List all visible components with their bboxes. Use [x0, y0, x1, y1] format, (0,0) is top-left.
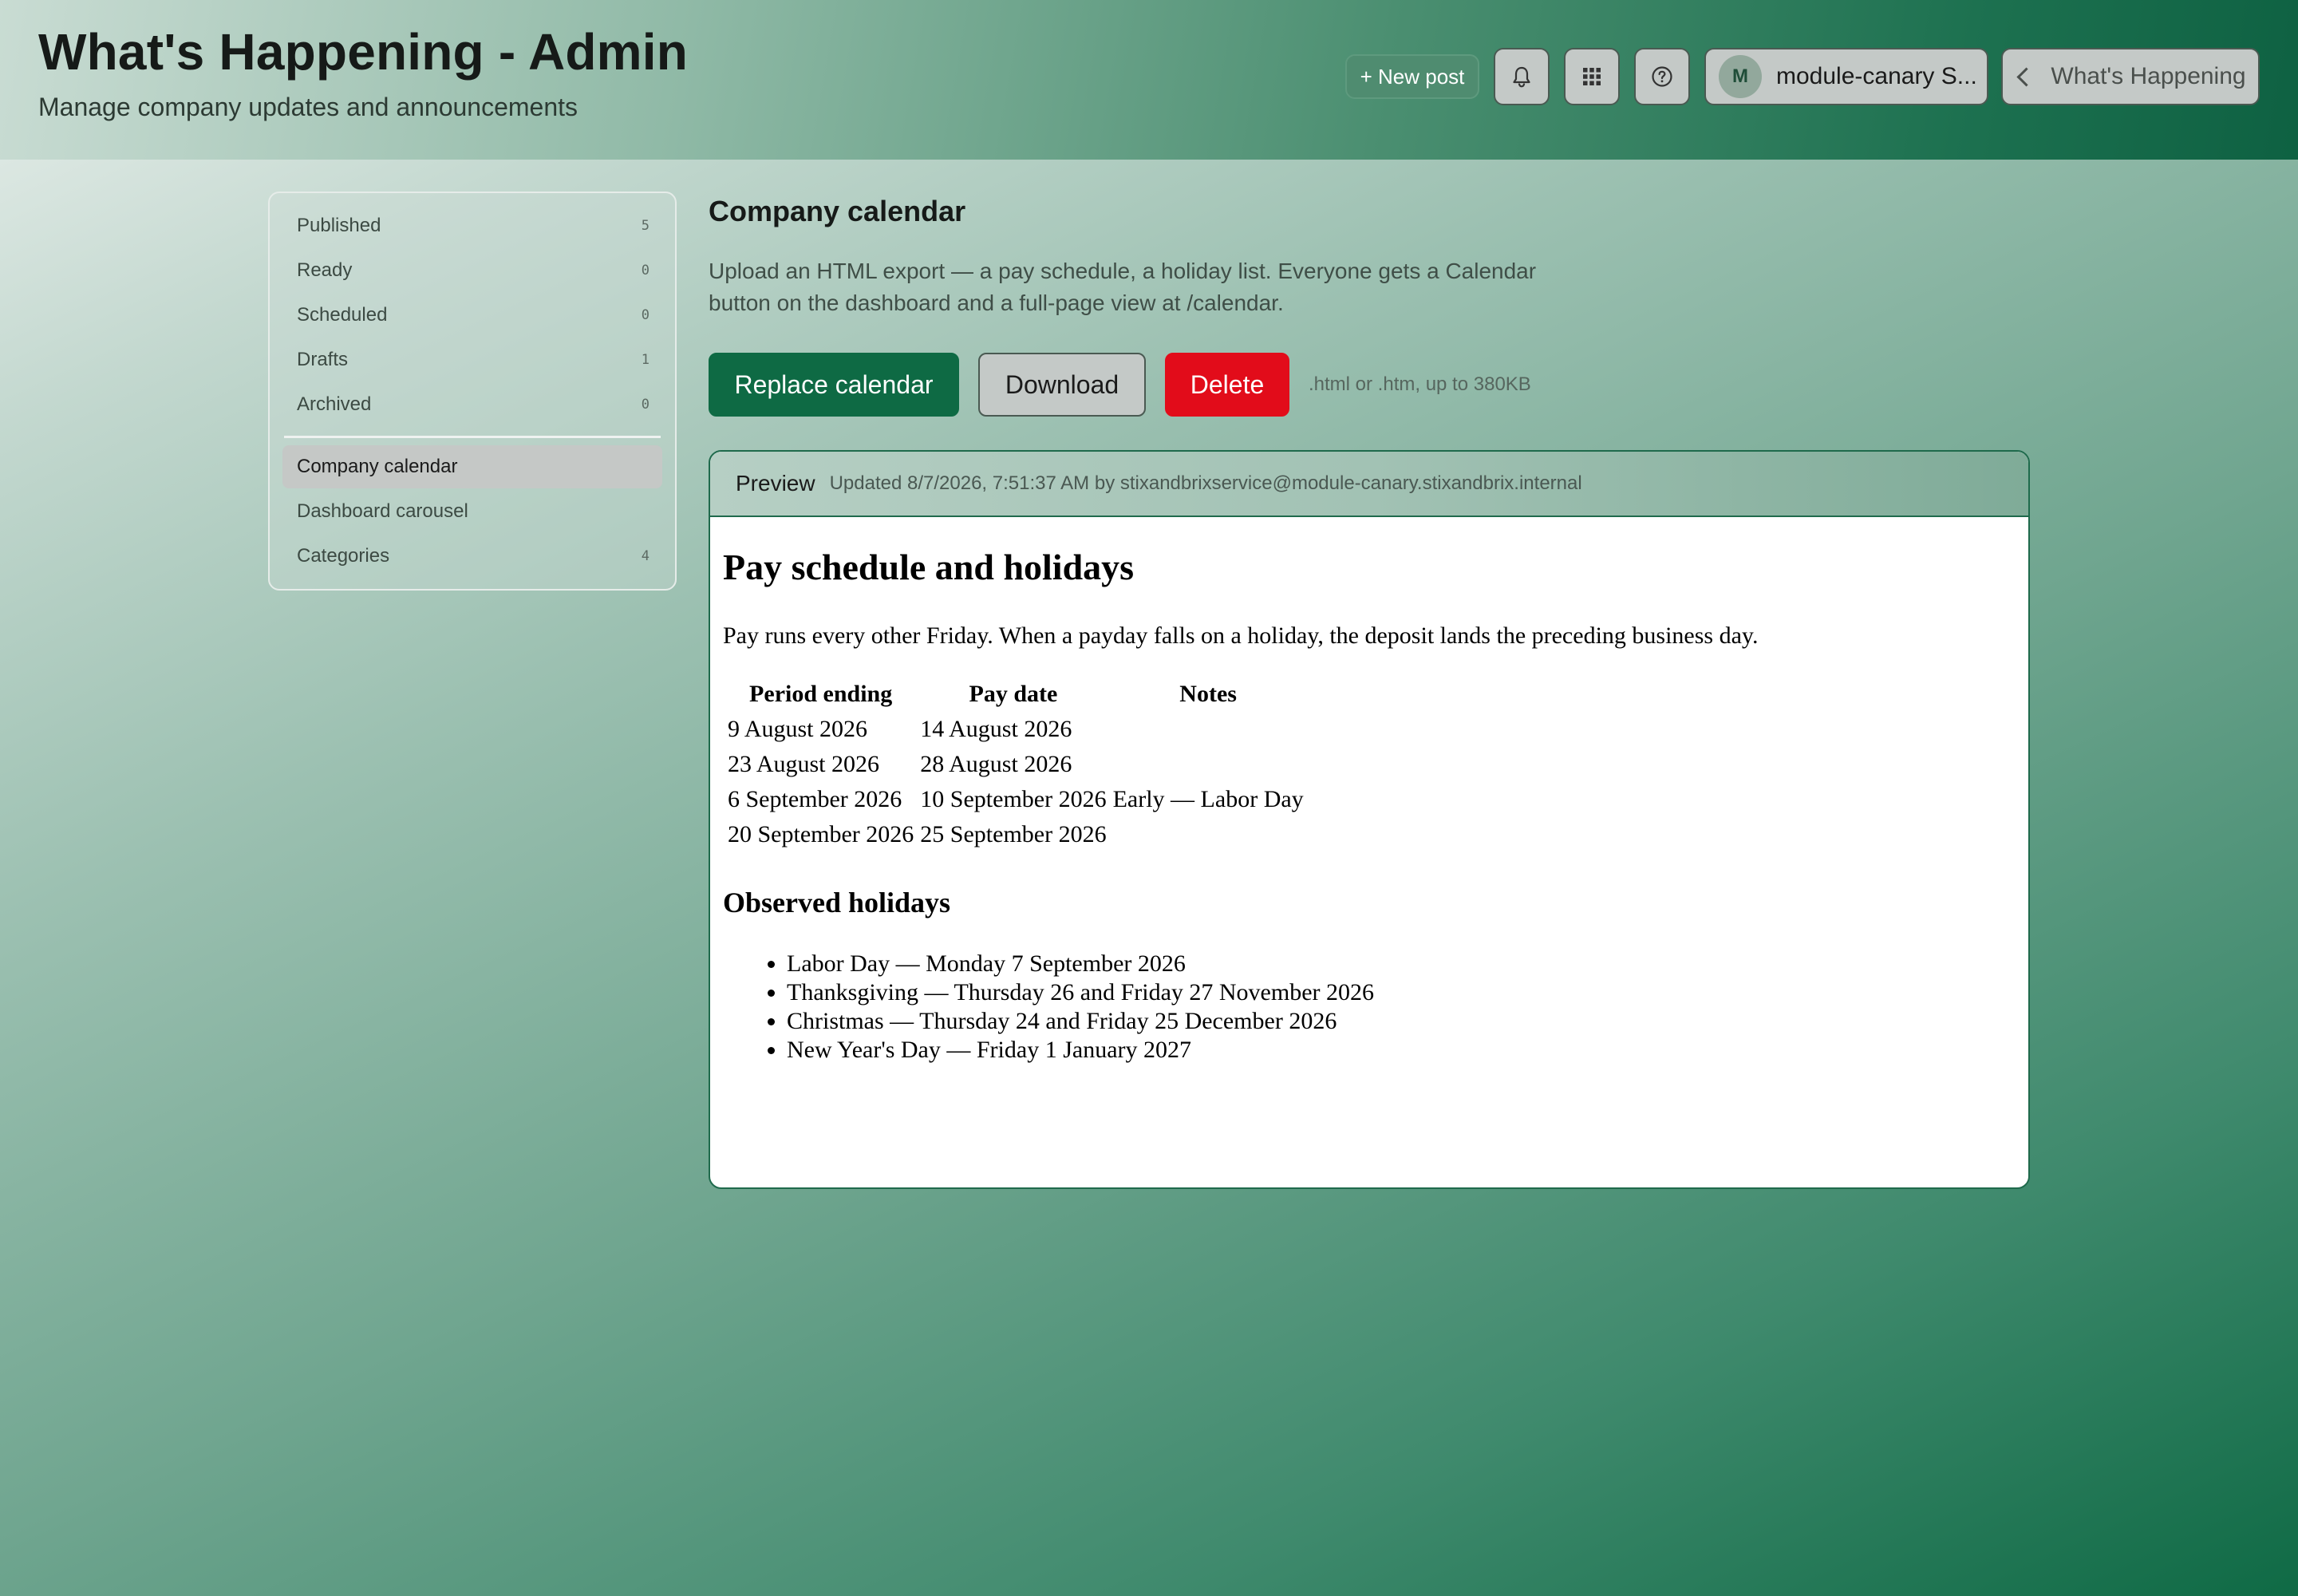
sidebar-item-count: 0	[641, 307, 650, 323]
column-header: Period ending	[749, 681, 893, 707]
sidebar-item-archived[interactable]: Archived 0	[282, 383, 662, 426]
preview-header: Preview Updated 8/7/2026, 7:51:37 AM by …	[710, 452, 2028, 517]
replace-calendar-button[interactable]: Replace calendar	[709, 353, 959, 417]
sidebar-item-count: 0	[641, 397, 650, 413]
section-title: Company calendar	[709, 195, 966, 227]
list-item: New Year's Day — Friday 1 January 2027	[787, 1036, 1374, 1065]
sidebar-item-dashboard-carousel[interactable]: Dashboard carousel	[282, 490, 662, 533]
table-cell: 10 September 2026	[920, 786, 1107, 812]
sidebar-item-label: Drafts	[297, 349, 349, 370]
page-subtitle: Manage company updates and announcements	[38, 93, 578, 121]
holidays-list: Labor Day — Monday 7 September 2026 Than…	[723, 950, 1374, 1065]
sidebar-item-label: Ready	[297, 259, 353, 281]
preview-updated-text: Updated 8/7/2026, 7:51:37 AM by stixandb…	[829, 472, 1582, 494]
back-to-site-button[interactable]: What's Happening	[2001, 48, 2260, 105]
bell-icon	[1513, 66, 1530, 88]
help-icon	[1652, 66, 1672, 87]
holidays-heading: Observed holidays	[723, 887, 951, 918]
sidebar-item-label: Categories	[297, 545, 390, 567]
app-header: What's Happening - Admin Manage company …	[0, 0, 2298, 160]
table-cell	[1111, 817, 1305, 852]
list-item: Christmas — Thursday 24 and Friday 25 De…	[787, 1007, 1374, 1036]
download-button[interactable]: Download	[978, 353, 1146, 417]
sidebar-item-published[interactable]: Published 5	[282, 204, 662, 247]
table-row: 23 August 2026 28 August 2026	[726, 747, 1305, 782]
table-cell: Early — Labor Day	[1112, 786, 1304, 812]
sidebar-item-label: Archived	[297, 393, 372, 415]
table-cell	[1111, 747, 1305, 782]
column-header: Notes	[1179, 681, 1237, 707]
table-cell: 14 August 2026	[920, 716, 1072, 742]
list-item: Thanksgiving — Thursday 26 and Friday 27…	[787, 978, 1374, 1007]
sidebar-item-count: 0	[641, 263, 650, 279]
help-button[interactable]	[1634, 48, 1690, 105]
sidebar-item-label: Scheduled	[297, 304, 388, 326]
pay-schedule-table: Period ending Pay date Notes 9 August 20…	[723, 677, 1309, 852]
table-row: 20 September 2026 25 September 2026	[726, 817, 1305, 852]
table-cell: 28 August 2026	[920, 751, 1072, 777]
sidebar-item-categories[interactable]: Categories 4	[282, 535, 662, 578]
sidebar-item-drafts[interactable]: Drafts 1	[282, 338, 662, 381]
account-name: module-canary S...	[1776, 63, 1977, 89]
sidebar-item-scheduled[interactable]: Scheduled 0	[282, 294, 662, 337]
sidebar-item-label: Company calendar	[297, 456, 458, 477]
table-cell: 6 September 2026	[728, 786, 902, 812]
account-menu-button[interactable]: M module-canary S...	[1704, 48, 1988, 105]
sidebar-divider	[284, 436, 661, 438]
calendar-preview: Preview Updated 8/7/2026, 7:51:37 AM by …	[709, 450, 2030, 1189]
delete-button[interactable]: Delete	[1165, 353, 1289, 417]
page-title: What's Happening - Admin	[38, 23, 689, 81]
document-intro: Pay runs every other Friday. When a payd…	[723, 622, 1759, 649]
back-to-site-label: What's Happening	[2051, 63, 2246, 89]
avatar: M	[1719, 55, 1762, 98]
table-header-row: Period ending Pay date Notes	[726, 677, 1305, 712]
sidebar-item-count: 1	[641, 352, 650, 368]
preview-label: Preview	[736, 471, 815, 496]
table-cell: 20 September 2026	[728, 821, 914, 847]
chevron-left-icon	[2016, 66, 2036, 87]
upload-hint: .html or .htm, up to 380KB	[1309, 373, 1531, 395]
sidebar: Published 5 Ready 0 Scheduled 0 Drafts 1…	[268, 192, 677, 591]
sidebar-item-count: 5	[641, 218, 650, 234]
section-description: Upload an HTML export — a pay schedule, …	[709, 259, 1537, 315]
table-cell: 25 September 2026	[920, 821, 1107, 847]
table-cell: 23 August 2026	[728, 751, 880, 777]
notifications-button[interactable]	[1494, 48, 1550, 105]
sidebar-item-label: Published	[297, 215, 381, 236]
table-row: 6 September 2026 10 September 2026 Early…	[726, 782, 1305, 817]
sidebar-item-count: 4	[641, 548, 650, 564]
table-row: 9 August 2026 14 August 2026	[726, 712, 1305, 747]
sidebar-item-company-calendar[interactable]: Company calendar	[282, 445, 662, 488]
sidebar-item-label: Dashboard carousel	[297, 500, 468, 522]
document-heading: Pay schedule and holidays	[723, 547, 1135, 587]
sidebar-item-ready[interactable]: Ready 0	[282, 249, 662, 292]
table-cell: 9 August 2026	[728, 716, 868, 742]
apps-button[interactable]	[1564, 48, 1620, 105]
apps-grid-icon	[1583, 68, 1601, 85]
new-post-button[interactable]: + New post	[1345, 54, 1479, 99]
column-header: Pay date	[969, 681, 1058, 707]
table-cell	[1111, 712, 1305, 747]
list-item: Labor Day — Monday 7 September 2026	[787, 950, 1374, 978]
